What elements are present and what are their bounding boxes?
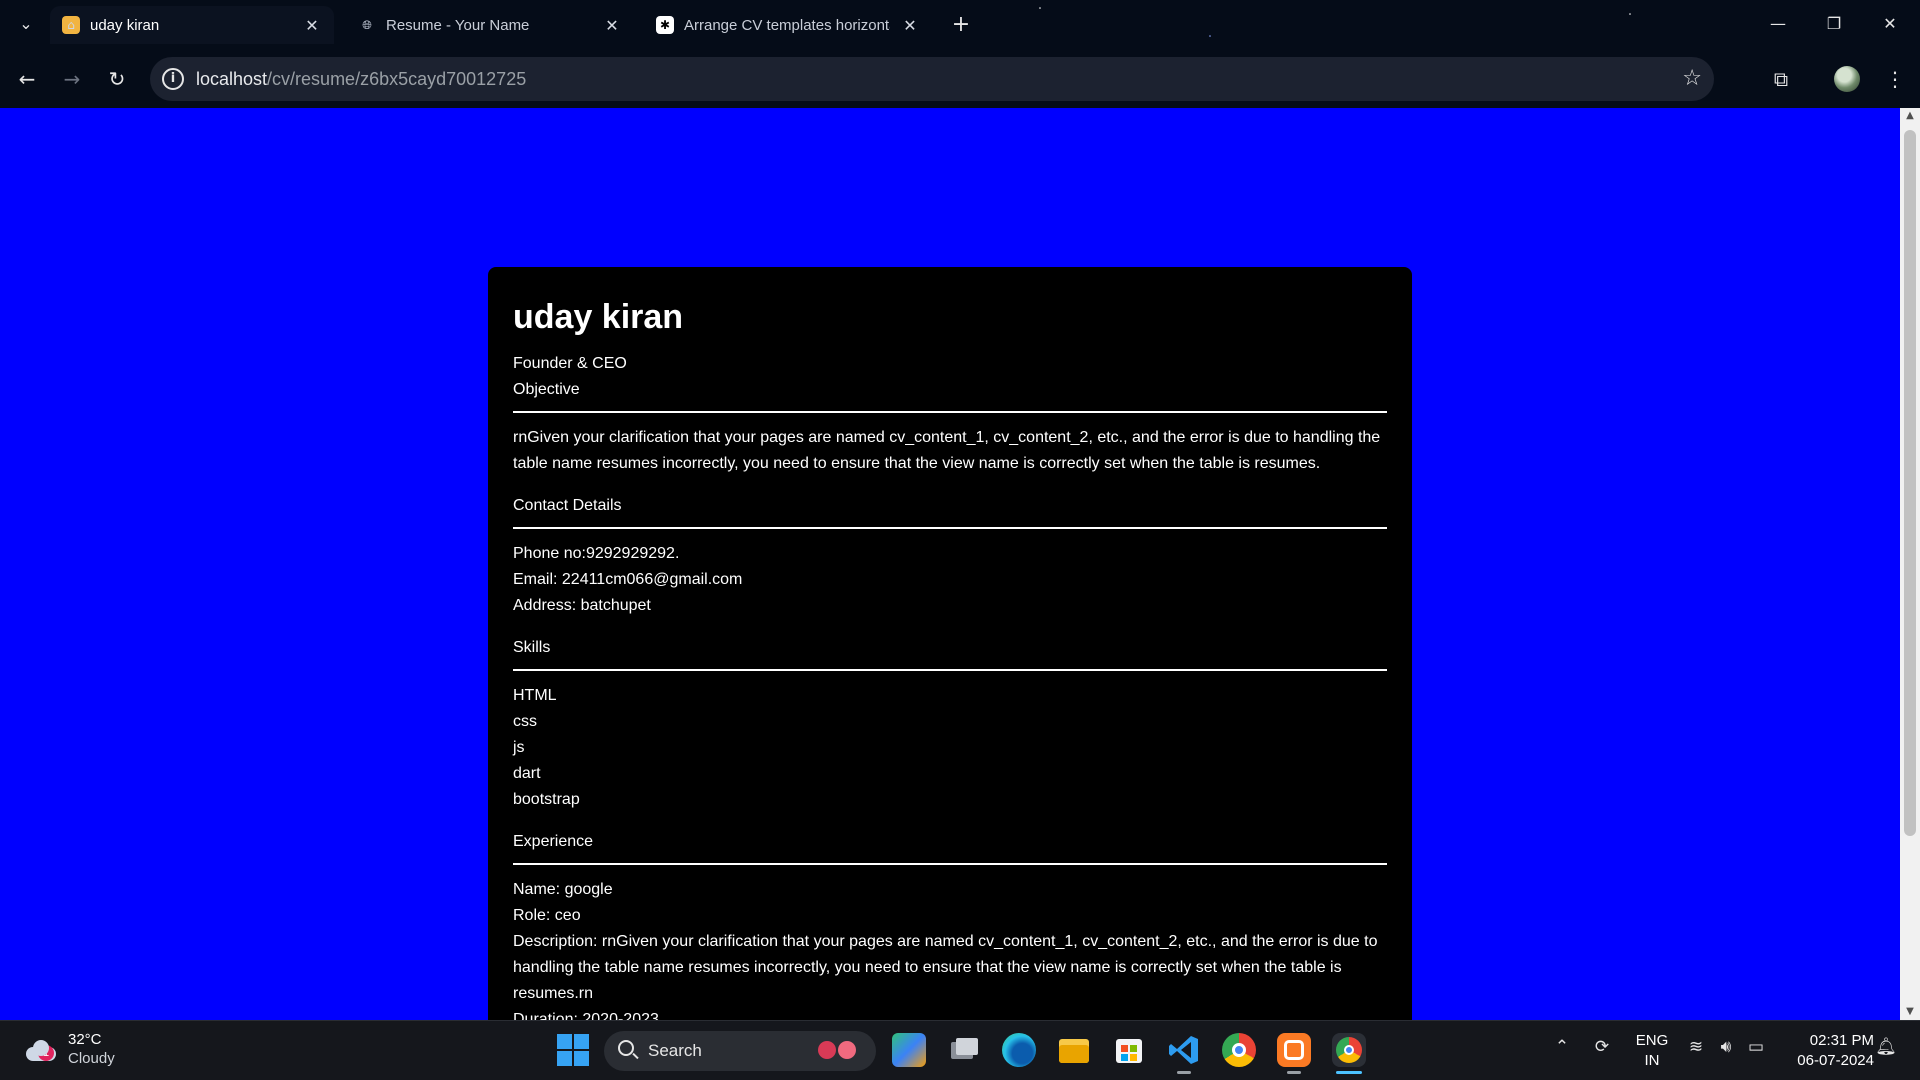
browser-tab-bar: ⌄ ⌂ uday kiran ✕ 🌐︎ Resume - Your Name ✕… [0,0,1920,50]
bookmark-star-icon[interactable]: ☆ [1682,66,1702,91]
chrome-profile-icon[interactable] [1332,1033,1366,1067]
sync-icon[interactable]: ⟳ [1590,1037,1614,1057]
skill-item: css [513,713,537,730]
edge-icon[interactable] [1002,1033,1036,1067]
profile-avatar[interactable] [1834,66,1860,92]
tab-uday-kiran[interactable]: ⌂ uday kiran ✕ [50,6,334,44]
contact-address: Address: batchupet [513,597,651,614]
extensions-puzzle-icon[interactable]: ⧉ [1766,64,1796,94]
language-indicator[interactable]: ENG IN [1632,1031,1672,1071]
scroll-up-arrow-icon[interactable]: ▲ [1900,108,1920,124]
menu-kebab-icon[interactable]: ⋮ [1880,64,1910,94]
section-divider [513,863,1387,865]
store-icon[interactable] [1112,1033,1146,1067]
restore-window-icon[interactable]: ❐ [1814,10,1854,38]
close-tab-icon[interactable]: ✕ [302,16,322,35]
section-divider [513,669,1387,671]
clock-time: 02:31 PM [1809,1032,1874,1049]
running-indicator [1177,1071,1191,1074]
chrome-icon[interactable] [1222,1033,1256,1067]
experience-description: Description: rnGiven your clarification … [513,933,1378,1002]
reload-icon[interactable]: ↻ [102,64,132,94]
weather-widget[interactable]: 1 32°C Cloudy [24,1031,115,1069]
resume-title: Founder & CEO [513,355,627,372]
vscode-icon[interactable] [1167,1033,1201,1067]
chatgpt-icon: ✱ [656,16,674,34]
browser-toolbar: ← → ↻ i localhost/cv/resume/z6bx5cayd700… [0,50,1920,108]
close-tab-icon[interactable]: ✕ [900,16,920,35]
resume-name: uday kiran [513,298,684,336]
notification-bell-icon[interactable]: 🔔︎ [1874,1037,1898,1057]
minimize-window-icon[interactable]: — [1758,10,1798,38]
wifi-icon[interactable]: ≋ [1684,1037,1708,1057]
clock-date: 06-07-2024 [1797,1052,1874,1069]
close-tab-icon[interactable]: ✕ [602,16,622,35]
search-icon [618,1040,634,1056]
tab-title: Resume - Your Name [386,16,530,34]
taskbar-search-box[interactable]: Search [604,1031,876,1071]
show-hidden-icons-chevron-icon[interactable]: ⌃ [1550,1037,1574,1057]
skills-heading: Skills [513,639,551,656]
contact-email: Email: 22411cm066@gmail.com [513,571,743,588]
search-highlight-flowers-icon [816,1039,862,1063]
tab-arrange-cv-templates[interactable]: ✱ Arrange CV templates horizonta ✕ [644,6,932,44]
windows-start-icon[interactable] [556,1033,590,1067]
skill-item: bootstrap [513,791,580,808]
battery-icon[interactable]: ▭ [1744,1037,1768,1057]
notification-badge: 1 [38,1045,54,1061]
address-bar[interactable]: i localhost/cv/resume/z6bx5cayd70012725 … [150,57,1714,101]
experience-heading: Experience [513,833,594,850]
running-indicator [1287,1071,1301,1074]
search-placeholder: Search [648,1041,702,1060]
url-host: localhost [196,69,268,89]
scrollbar-thumb[interactable] [1904,130,1916,836]
new-tab-button[interactable]: + [948,12,974,38]
experience-role: Role: ceo [513,907,581,924]
language-top: ENG [1635,1032,1669,1049]
windows-taskbar: 1 32°C Cloudy Search ⌃ ⟳ ENG IN ≋ 🔊︎ ▭ 0… [0,1020,1920,1080]
scroll-down-arrow-icon[interactable]: ▼ [1900,1004,1920,1020]
skill-item: HTML [513,687,557,704]
page-viewport: uday kiran Founder & CEO Objective rnGiv… [0,108,1900,1020]
cloud-icon: 1 [24,1039,58,1061]
contact-heading: Contact Details [513,497,622,514]
tab-search-chevron-icon[interactable]: ⌄ [14,12,38,36]
experience-duration: Duration: 2020-2023 [513,1011,659,1020]
back-arrow-icon[interactable]: ← [12,64,42,94]
page-scrollbar[interactable]: ▲ ▼ [1900,108,1920,1020]
close-window-icon[interactable]: ✕ [1870,10,1910,38]
resume-card: uday kiran Founder & CEO Objective rnGiv… [488,267,1412,1020]
xampp-icon[interactable] [1277,1033,1311,1067]
tab-resume-your-name[interactable]: 🌐︎ Resume - Your Name ✕ [346,6,634,44]
weather-temperature: 32°C [68,1031,102,1048]
url-path: /cv/resume/z6bx5cayd70012725 [267,69,527,89]
site-info-icon[interactable]: i [162,68,184,90]
experience-name: Name: google [513,881,613,898]
objective-text: rnGiven your clarification that your pag… [513,429,1381,472]
section-divider [513,411,1387,413]
volume-icon[interactable]: 🔊︎ [1714,1037,1738,1057]
objective-heading: Objective [513,381,580,398]
skill-item: dart [513,765,541,782]
weather-condition: Cloudy [68,1050,115,1067]
section-divider [513,527,1387,529]
copilot-icon[interactable] [892,1033,926,1067]
clock[interactable]: 02:31 PM 06-07-2024 [1784,1031,1874,1071]
language-bottom: IN [1644,1052,1660,1069]
task-view-icon[interactable] [947,1033,981,1067]
active-app-indicator [1336,1071,1362,1074]
tab-title: Arrange CV templates horizonta [684,16,890,34]
tab-title: uday kiran [90,16,160,34]
contact-phone: Phone no:9292929292. [513,545,680,562]
forward-arrow-icon[interactable]: → [57,64,87,94]
file-explorer-icon[interactable] [1057,1033,1091,1067]
globe-icon: 🌐︎ [362,17,372,32]
address-url[interactable]: localhost/cv/resume/z6bx5cayd70012725 [196,69,526,90]
skill-item: js [513,739,525,756]
home-favicon-icon: ⌂ [62,16,80,34]
